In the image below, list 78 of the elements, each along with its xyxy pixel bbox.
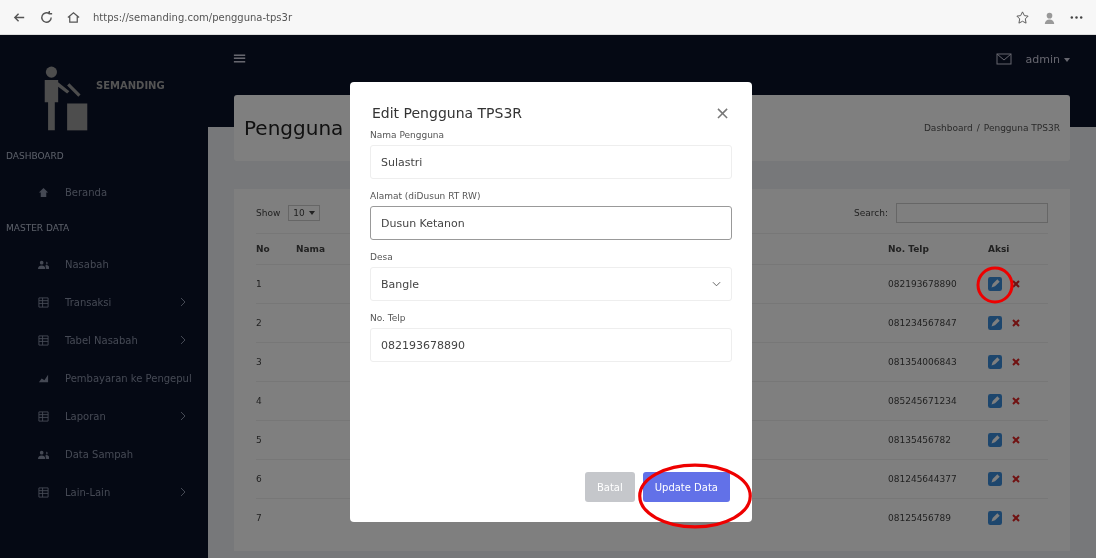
edit-icon[interactable] xyxy=(988,355,1002,369)
sidebar-item[interactable]: Beranda xyxy=(0,173,208,211)
edit-icon[interactable] xyxy=(988,433,1002,447)
table-cell-text: 085245671234 xyxy=(888,396,958,406)
home-icon xyxy=(38,186,49,198)
sidebar-item[interactable]: Pembayaran ke Pengepul xyxy=(0,359,208,397)
breadcrumb-current: Pengguna TPS3R xyxy=(983,123,1060,133)
table-cell-text: 2 xyxy=(256,318,263,328)
dialog-title: Edit Pengguna TPS3R xyxy=(372,105,523,121)
edit-icon[interactable] xyxy=(988,511,1002,525)
sidebar-item[interactable]: Transaksi xyxy=(0,283,208,321)
field-label: Nama Pengguna xyxy=(370,130,446,140)
table-cell-text: 3 xyxy=(256,357,263,367)
table-icon xyxy=(38,296,49,308)
search-label: Search: xyxy=(854,208,888,218)
delete-icon[interactable] xyxy=(1012,475,1020,483)
column-header[interactable]: No. Telp xyxy=(888,244,988,254)
breadcrumb-separator: / xyxy=(976,123,980,133)
table-cell-text: 081354006843 xyxy=(888,357,958,367)
caret-icon xyxy=(308,211,315,215)
dropdown-icon xyxy=(712,281,721,287)
delete-icon[interactable] xyxy=(1012,358,1020,366)
edit-icon[interactable] xyxy=(988,277,1002,291)
table-cell-text: 4 xyxy=(256,396,263,406)
sidebar-item[interactable]: Lain-Lain xyxy=(0,473,208,511)
delete-icon[interactable] xyxy=(1012,280,1020,288)
table-cell-text: 082193678890 xyxy=(888,279,958,289)
sidebar-item[interactable]: Laporan xyxy=(0,397,208,435)
user-menu[interactable]: admin xyxy=(1025,53,1060,66)
edit-icon[interactable] xyxy=(988,394,1002,408)
show-label: Show xyxy=(256,208,281,218)
sidebar-item[interactable]: Tabel Nasabah xyxy=(0,321,208,359)
entries-select[interactable]: 10 xyxy=(288,205,320,221)
section-heading: MASTER DATA xyxy=(5,222,71,235)
delete-icon[interactable] xyxy=(1012,514,1020,522)
input-field[interactable]: Sulastri xyxy=(370,145,732,179)
mail-icon[interactable] xyxy=(995,53,1012,65)
table-cell-text: 7 xyxy=(256,513,263,523)
field-label: Desa xyxy=(370,252,394,262)
column-header[interactable]: Aksi xyxy=(988,244,1048,254)
menu-icon[interactable]: ≡ xyxy=(232,49,248,67)
table-cell-text: 081234567847 xyxy=(888,318,958,328)
section-heading: DASHBOARD xyxy=(5,150,65,163)
search-field[interactable] xyxy=(896,203,1048,223)
table-cell-text: 081245644377 xyxy=(888,474,958,484)
table-icon xyxy=(38,410,49,422)
edit-icon[interactable] xyxy=(988,316,1002,330)
sidebar-item[interactable]: Data Sampah xyxy=(0,435,208,473)
delete-icon[interactable] xyxy=(1012,436,1020,444)
field-label: Alamat (diDusun RT RW) xyxy=(370,191,482,201)
delete-icon[interactable] xyxy=(1012,319,1020,327)
sidebar-item[interactable]: Nasabah xyxy=(0,245,208,283)
input-field[interactable]: 082193678890 xyxy=(370,328,732,362)
table-cell-text: 6 xyxy=(256,474,263,484)
page-title: Pengguna xyxy=(244,116,344,140)
logo-text: SEMANDING xyxy=(96,80,165,91)
close-icon[interactable]: × xyxy=(714,104,730,122)
reload-icon[interactable] xyxy=(39,9,54,25)
select-field[interactable]: Bangle xyxy=(370,267,732,301)
table-icon xyxy=(38,486,49,498)
column-header[interactable]: No xyxy=(256,244,296,254)
breadcrumb-link[interactable]: Dashboard xyxy=(923,123,973,133)
caret-icon xyxy=(1064,58,1070,62)
table-cell-text: 5 xyxy=(256,435,263,445)
input-field[interactable]: Dusun Ketanon xyxy=(370,206,732,240)
field-label: No. Telp xyxy=(370,313,407,323)
table-cell-text: 08135456782 xyxy=(888,435,952,445)
edit-icon[interactable] xyxy=(988,472,1002,486)
users-icon xyxy=(38,448,49,460)
table-cell-text: 1 xyxy=(256,279,263,289)
users-icon xyxy=(38,258,49,270)
table-icon xyxy=(38,334,49,346)
favorites-icon[interactable] xyxy=(1015,9,1030,25)
update-button[interactable]: Update Data xyxy=(642,472,730,502)
delete-icon[interactable] xyxy=(1012,397,1020,405)
table-cell-text: 08125456789 xyxy=(888,513,952,523)
home-icon[interactable] xyxy=(66,9,81,25)
highlight-circle xyxy=(975,265,1015,305)
